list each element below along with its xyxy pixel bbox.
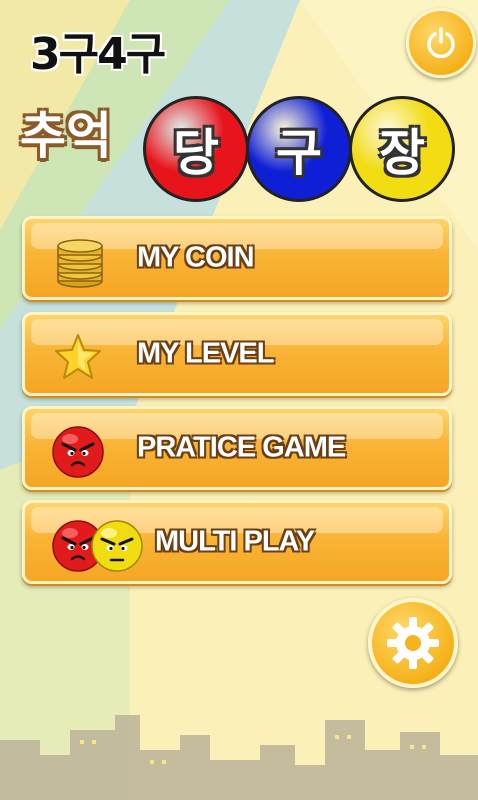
my-coin-label: MY COIN	[137, 241, 255, 274]
gear-icon	[387, 617, 439, 669]
practice-game-label: PRATICE GAME	[137, 431, 346, 464]
practice-game-button[interactable]: PRATICE GAME	[22, 406, 452, 490]
logo-ball-red: 당	[143, 96, 249, 202]
coin-stack-icon	[57, 239, 103, 288]
my-level-button[interactable]: MY LEVEL	[22, 312, 452, 396]
red-and-yellow-balls-icon	[52, 520, 143, 572]
logo-ball-blue: 구	[246, 96, 352, 202]
power-button[interactable]	[406, 8, 476, 78]
settings-button[interactable]	[368, 598, 458, 688]
power-icon	[427, 27, 455, 59]
my-level-label: MY LEVEL	[137, 337, 274, 370]
star-icon	[55, 334, 101, 379]
logo-ball-yellow: 장	[349, 96, 455, 202]
multi-play-button[interactable]: MULTI PLAY	[22, 500, 452, 584]
my-coin-button[interactable]: MY COIN	[22, 216, 452, 300]
logo-word: 추억	[20, 107, 112, 165]
city-skyline	[0, 715, 478, 800]
multi-play-label: MULTI PLAY	[155, 525, 315, 558]
red-ball-icon	[52, 426, 104, 478]
app-title: 3구4구	[30, 29, 166, 80]
